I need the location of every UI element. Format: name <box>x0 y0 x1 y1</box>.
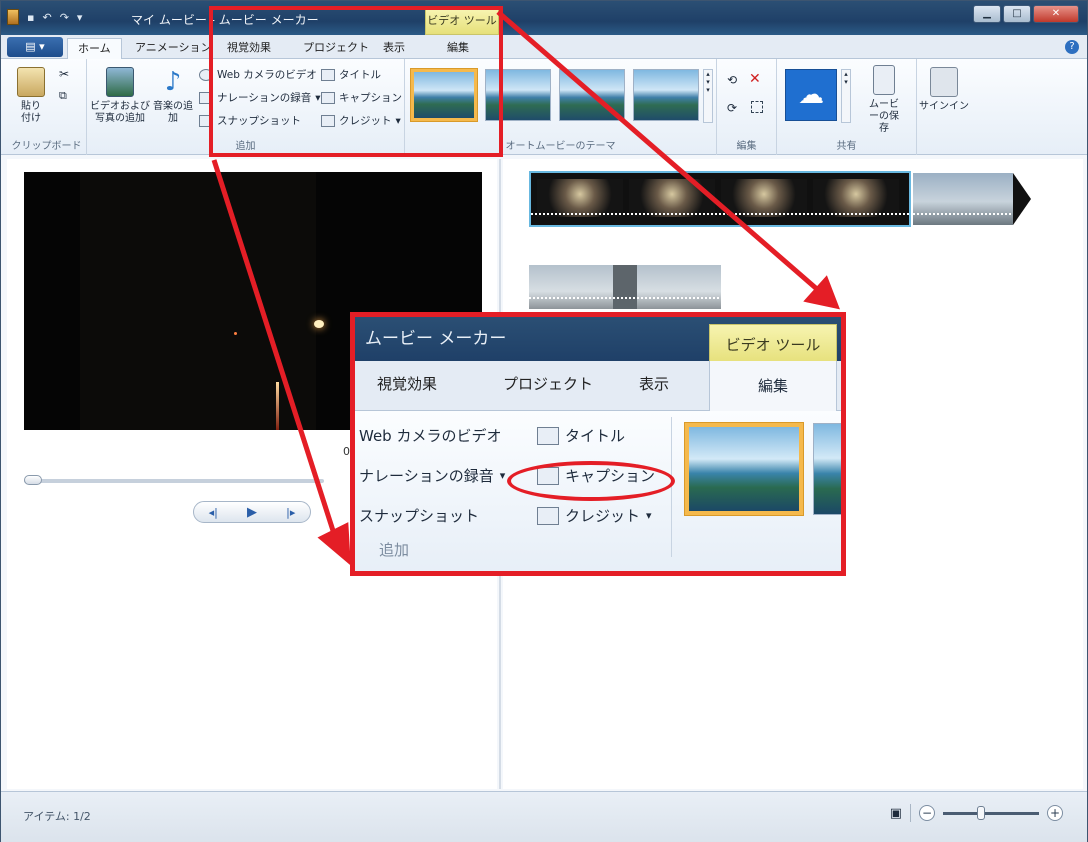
music-note-icon: ♪ <box>164 67 182 97</box>
zoom-control: ▣ − + <box>890 804 1063 822</box>
seek-bar[interactable] <box>24 479 324 483</box>
callout-tab-view: 表示 <box>639 375 670 393</box>
clipboard-group: 貼り付け ✂ ⧉ クリップボード <box>7 59 87 155</box>
clip-frame <box>537 179 623 217</box>
callout-theme-thumbnail <box>813 423 841 515</box>
ribbon-tabs: ▤ ▾ ホーム アニメーション 視覚効果 プロジェクト 表示 編集 ? <box>1 35 1087 59</box>
callout-tab-edit: 編集 <box>709 361 837 411</box>
editing-group: ⟲ ✕ ⟳ 編集 <box>717 59 777 155</box>
cut-icon[interactable]: ✂ <box>59 67 69 81</box>
save-movie-icon <box>873 65 895 95</box>
preview-frame <box>80 172 316 430</box>
minimize-button[interactable]: ▁ <box>973 5 1001 23</box>
callout-record-narration: ナレーションの録音 ▾ <box>359 467 506 485</box>
file-menu-button[interactable]: ▤ ▾ <box>7 37 63 57</box>
quick-access-toolbar: ▪ ↶ ↷ ▾ <box>7 9 82 25</box>
title-bar: ▪ ↶ ↷ ▾ マイ ムービー - ムービー メーカー ビデオ ツール ▁ □ … <box>1 1 1087 35</box>
gallery-scroll[interactable]: ▴ ▾ ▾ <box>703 69 713 123</box>
clip-frame <box>721 179 807 217</box>
callout-context-tab: ビデオ ツール <box>709 324 837 366</box>
film-photo-icon <box>106 67 134 97</box>
thumbnail-size-icon[interactable]: ▣ <box>890 806 902 821</box>
share-group: ☁ ▴ ▾ ムービーの保存 共有 <box>777 59 917 155</box>
rotate-left-icon[interactable]: ⟲ <box>727 73 737 87</box>
zoom-out-button[interactable]: − <box>919 805 935 821</box>
callout-credits-button: クレジット ▾ <box>537 505 652 526</box>
previous-frame-icon[interactable]: ◂| <box>209 506 218 519</box>
theme-thumbnail[interactable] <box>559 69 625 121</box>
select-all-icon[interactable] <box>751 101 763 113</box>
caption-highlight-oval <box>507 461 675 501</box>
callout-ribbon: Web カメラのビデオ ナレーションの録音 ▾ スナップショット タイトル キャ… <box>355 411 841 571</box>
clip-frame <box>813 179 899 217</box>
paste-button[interactable]: 貼り付け <box>17 67 45 125</box>
save-icon[interactable]: ▪ <box>27 11 34 24</box>
audio-waveform <box>913 213 1013 215</box>
play-icon[interactable]: ▶ <box>247 505 257 520</box>
audio-waveform <box>531 213 909 215</box>
customize-qat-icon[interactable]: ▾ <box>77 11 83 24</box>
copy-icon[interactable]: ⧉ <box>59 89 67 103</box>
zoomed-callout: ムービー メーカー ビデオ ツール 視覚効果 プロジェクト 表示 編集 Web … <box>350 312 846 576</box>
chevron-down-icon: ▾ <box>646 509 652 522</box>
remove-icon[interactable]: ✕ <box>749 71 761 87</box>
video-clip-landscape[interactable] <box>913 173 1013 225</box>
tab-home[interactable]: ホーム <box>67 38 122 59</box>
add-music-button[interactable]: ♪ 音楽の追加 <box>153 67 193 125</box>
tab-animation[interactable]: アニメーション <box>125 38 222 59</box>
callout-tab-visual-effects: 視覚効果 <box>377 375 438 393</box>
window-controls: ▁ □ ✕ <box>973 5 1079 23</box>
firework-spark <box>314 320 324 328</box>
zoom-slider-thumb[interactable] <box>977 805 985 820</box>
status-bar: アイテム: 1/2 ▣ − + <box>1 791 1087 842</box>
user-icon <box>930 67 958 97</box>
zoom-in-button[interactable]: + <box>1047 805 1063 821</box>
status-separator <box>910 804 911 822</box>
theme-thumbnail[interactable] <box>633 69 699 121</box>
clip-frame-gap <box>613 265 637 309</box>
firework-spark <box>234 332 237 335</box>
credits-icon <box>537 506 559 525</box>
audio-waveform <box>529 297 721 299</box>
sign-in-button[interactable]: サインイン <box>919 67 969 113</box>
callout-snapshot: スナップショット <box>359 507 480 525</box>
item-count: アイテム: 1/2 <box>23 810 91 823</box>
rotate-right-icon[interactable]: ⟳ <box>727 101 737 115</box>
transition-arrow-icon <box>1013 173 1031 225</box>
onedrive-cloud-icon[interactable]: ☁ <box>785 69 837 121</box>
callout-group-separator <box>671 417 672 557</box>
chevron-down-icon: ▾ <box>499 469 506 482</box>
title-icon <box>537 426 559 445</box>
callout-tab-project: プロジェクト <box>503 375 594 393</box>
help-icon[interactable]: ? <box>1065 40 1079 54</box>
undo-icon[interactable]: ↶ <box>42 11 51 24</box>
close-button[interactable]: ✕ <box>1033 5 1079 23</box>
highlight-box <box>209 6 503 157</box>
maximize-button[interactable]: □ <box>1003 5 1031 23</box>
next-frame-icon[interactable]: |▸ <box>286 506 295 519</box>
clip-frame <box>629 179 715 217</box>
callout-group-label: 追加 <box>379 541 410 559</box>
callout-theme-thumbnail <box>685 423 803 515</box>
callout-tabs: 視覚効果 プロジェクト 表示 編集 <box>355 361 841 411</box>
save-movie-button[interactable]: ムービーの保存 <box>857 65 911 135</box>
ribbon: 貼り付け ✂ ⧉ クリップボード ビデオおよび写真の追加 ♪ 音楽の追加 Web… <box>1 59 1087 155</box>
add-video-photos-button[interactable]: ビデオおよび写真の追加 <box>89 67 151 125</box>
seek-thumb[interactable] <box>24 475 42 485</box>
paste-icon <box>17 67 45 97</box>
playback-controls: ◂| ▶ |▸ <box>193 501 311 523</box>
share-gallery-scroll[interactable]: ▴ ▾ <box>841 69 851 123</box>
firework-trail <box>276 382 279 430</box>
app-icon[interactable] <box>7 9 19 25</box>
video-clip-landscape-2[interactable] <box>529 265 721 309</box>
callout-webcam-video: Web カメラのビデオ <box>359 427 502 445</box>
callout-title-button: タイトル <box>537 425 625 446</box>
zoom-slider[interactable] <box>943 805 1039 820</box>
redo-icon[interactable]: ↷ <box>60 11 69 24</box>
video-clip-fireworks[interactable] <box>529 171 911 227</box>
